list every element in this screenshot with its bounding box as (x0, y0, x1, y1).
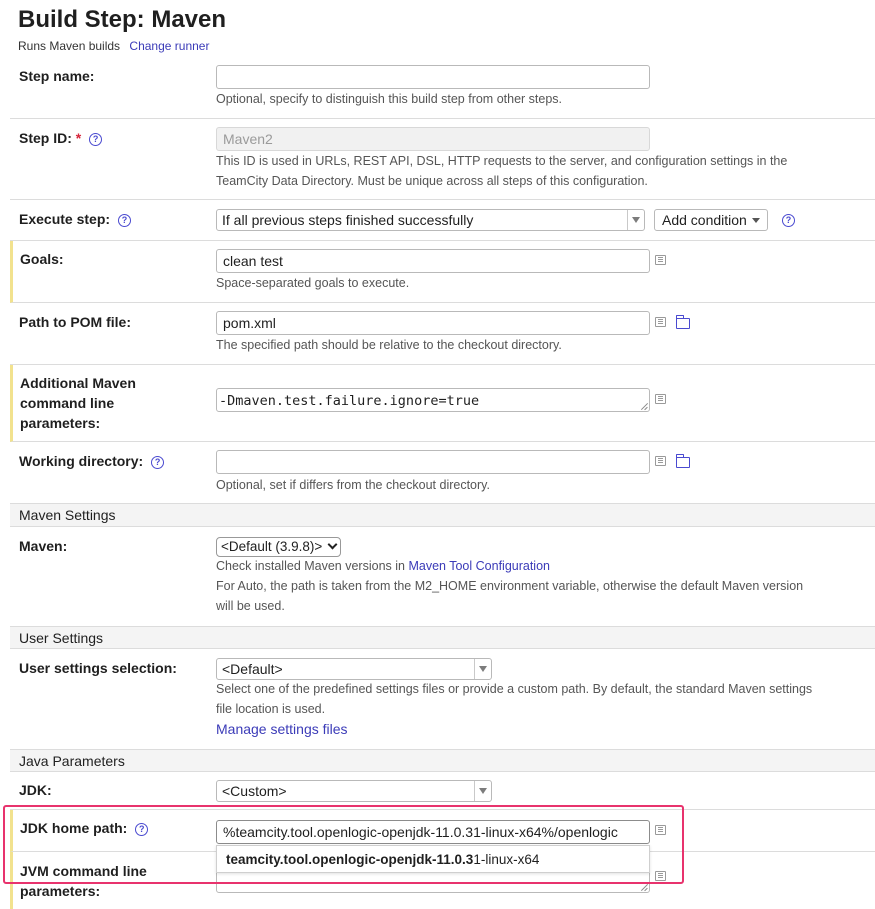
additional-params-label-line2: command line (20, 395, 115, 411)
pom-input[interactable]: pom.xml (216, 311, 650, 335)
step-name-row: Step name: Optional, specify to distingu… (10, 56, 875, 119)
resize-handle-icon[interactable] (640, 883, 647, 890)
maven-note-line3: will be used. (216, 599, 285, 613)
help-icon[interactable]: ? (117, 214, 131, 227)
step-name-note: Optional, specify to distinguish this bu… (216, 92, 563, 106)
folder-icon[interactable] (675, 454, 690, 468)
user-settings-note-line1: Select one of the predefined settings fi… (216, 682, 813, 696)
list-icon[interactable] (655, 317, 666, 327)
runner-subtitle: Runs Maven builds Change runner (18, 39, 209, 53)
working-dir-label: Working directory: (19, 453, 144, 469)
list-icon[interactable] (655, 394, 666, 404)
help-icon[interactable]: ? (89, 133, 103, 146)
execute-step-select[interactable]: If all previous steps finished successfu… (216, 209, 645, 231)
maven-version-select[interactable]: <Default (3.9.8)> (216, 537, 342, 557)
additional-params-label-line1: Additional Maven (20, 375, 136, 391)
maven-note-prefix: Check installed Maven versions in (216, 559, 405, 573)
maven-label: Maven: (19, 538, 68, 554)
java-parameters-section: Java Parameters (10, 750, 875, 772)
user-settings-section: User Settings (10, 627, 875, 649)
execute-step-label: Execute step: (19, 211, 111, 227)
step-id-label: Step ID: (19, 130, 72, 146)
step-name-label: Step name: (19, 68, 95, 84)
additional-params-row: Additional Maven command line parameters… (10, 365, 875, 442)
user-settings-label: User settings selection: (19, 660, 177, 676)
goals-row: Goals: clean test Space-separated goals … (10, 241, 875, 303)
pom-note: The specified path should be relative to… (216, 338, 562, 352)
working-dir-row: Working directory: ? Optional, set if di… (10, 442, 875, 504)
maven-note-line1: Check installed Maven versions in Maven … (216, 556, 550, 576)
execute-step-row: Execute step: ? If all previous steps fi… (10, 200, 875, 241)
jvm-label-line2: parameters: (20, 883, 101, 899)
add-condition-label: Add condition (662, 212, 747, 228)
required-marker: * (75, 130, 82, 146)
user-settings-note-line2: file location is used. (216, 702, 326, 716)
jdk-value: <Custom> (222, 783, 287, 799)
highlight-frame (3, 805, 684, 884)
chevron-down-icon (474, 659, 491, 679)
maven-version-value: <Default (3.9.8)> (221, 539, 323, 554)
maven-version-row: Maven: <Default (3.9.8)> Check installed… (10, 527, 875, 627)
goals-note: Space-separated goals to execute. (216, 276, 410, 290)
help-icon[interactable]: ? (151, 456, 165, 469)
execute-step-label-wrap: Execute step: ? (19, 209, 131, 229)
jdk-label: JDK: (19, 782, 52, 798)
maven-note-line2: For Auto, the path is taken from the M2_… (216, 579, 804, 593)
step-id-note-line2: TeamCity Data Directory. Must be unique … (216, 174, 648, 188)
jdk-select[interactable]: <Custom> (216, 780, 492, 802)
working-dir-input[interactable] (216, 450, 650, 474)
pom-row: Path to POM file: pom.xml The specified … (10, 303, 875, 365)
goals-label: Goals: (20, 251, 64, 267)
chevron-down-icon (627, 210, 644, 230)
pom-label: Path to POM file: (19, 314, 131, 330)
additional-params-textarea[interactable]: -Dmaven.test.failure.ignore=true (216, 388, 650, 412)
working-dir-label-wrap: Working directory: ? (19, 451, 165, 471)
step-id-row: Step ID: * ? Maven2 This ID is used in U… (10, 119, 875, 200)
chevron-down-icon (327, 539, 338, 550)
step-name-input[interactable] (216, 65, 650, 89)
maven-tool-config-link[interactable]: Maven Tool Configuration (408, 559, 550, 573)
resize-handle-icon[interactable] (640, 402, 647, 409)
manage-settings-link[interactable]: Manage settings files (216, 721, 348, 737)
add-condition-button[interactable]: Add condition (654, 209, 768, 231)
chevron-down-icon (474, 781, 491, 801)
step-id-note-line1: This ID is used in URLs, REST API, DSL, … (216, 154, 788, 168)
page-title: Build Step: Maven (18, 6, 227, 33)
step-id-label-wrap: Step ID: * ? (19, 128, 103, 148)
working-dir-note: Optional, set if differs from the checko… (216, 478, 490, 492)
list-icon[interactable] (655, 456, 666, 466)
user-settings-row: User settings selection: <Default> Selec… (10, 649, 875, 750)
change-runner-link[interactable]: Change runner (129, 39, 209, 53)
user-settings-value: <Default> (222, 661, 283, 677)
step-id-input: Maven2 (216, 127, 650, 151)
goals-input[interactable]: clean test (216, 249, 650, 273)
maven-settings-section: Maven Settings (10, 504, 875, 527)
additional-params-label-line3: parameters: (20, 415, 101, 431)
caret-down-icon (751, 218, 760, 223)
list-icon[interactable] (655, 255, 666, 265)
execute-step-value: If all previous steps finished successfu… (222, 212, 474, 228)
folder-icon[interactable] (675, 315, 690, 329)
user-settings-select[interactable]: <Default> (216, 658, 492, 680)
help-icon[interactable]: ? (782, 214, 795, 227)
runner-description: Runs Maven builds (18, 39, 121, 53)
additional-params-value: -Dmaven.test.failure.ignore=true (219, 393, 480, 409)
